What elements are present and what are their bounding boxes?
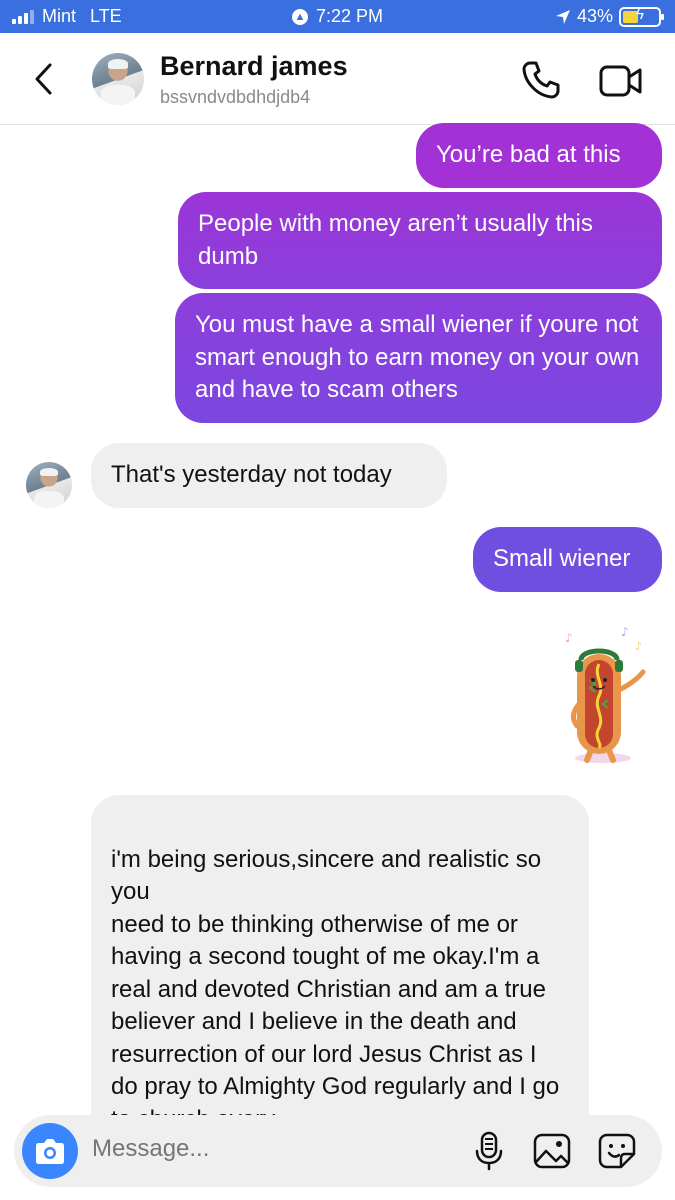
message-text: You’re bad at this <box>436 141 621 168</box>
message-outgoing[interactable]: You must have a small wiener if youre no… <box>175 293 662 423</box>
contact-username[interactable]: bssvndvdbdhdjdb4 <box>160 87 310 108</box>
message-text: You must have a small wiener if youre no… <box>195 311 640 403</box>
avatar[interactable] <box>92 53 144 105</box>
battery-percent: 43% <box>576 6 613 26</box>
chat-header: Bernard james bssvndvdbdhdjdb4 <box>0 33 675 125</box>
status-right: 43% ϟ <box>555 5 664 27</box>
message-input[interactable] <box>92 1135 452 1163</box>
svg-text:♪: ♪ <box>635 640 642 653</box>
camera-icon <box>36 1139 64 1164</box>
message-outgoing[interactable]: You’re bad at this <box>416 123 662 188</box>
navigation-icon: ▲ <box>291 8 308 25</box>
message-incoming[interactable]: That's yesterday not today <box>91 443 447 508</box>
camera-button[interactable] <box>22 1123 78 1179</box>
message-outgoing[interactable]: Small wiener <box>473 527 662 592</box>
message-text: i'm being serious,sincere and realistic … <box>111 845 560 1126</box>
video-camera-icon[interactable] <box>598 61 644 101</box>
status-time: 7:22 PM <box>315 6 384 26</box>
message-outgoing[interactable]: People with money aren’t usually this du… <box>178 192 662 289</box>
avatar[interactable] <box>26 462 72 508</box>
contact-name[interactable]: Bernard james <box>160 51 348 82</box>
message-text: Small wiener <box>493 545 631 572</box>
message-composer <box>14 1115 662 1187</box>
phone-icon[interactable] <box>520 59 562 101</box>
svg-text:♪: ♪ <box>565 631 573 645</box>
message-text: That's yesterday not today <box>111 461 392 488</box>
chevron-left-icon[interactable] <box>30 61 60 97</box>
battery-icon: ϟ <box>619 5 664 27</box>
message-incoming[interactable]: i'm being serious,sincere and realistic … <box>91 795 589 1125</box>
message-text: People with money aren’t usually this du… <box>198 210 593 270</box>
charging-bolt-icon: ϟ <box>636 5 644 23</box>
sticker-icon[interactable] <box>597 1132 637 1170</box>
location-arrow-icon <box>555 9 570 24</box>
dancing-hotdog-sticker[interactable]: ♪ ♪ ♪ <box>555 620 655 770</box>
microphone-icon[interactable] <box>474 1131 504 1171</box>
status-bar: Mint LTE ▲ 7:22 PM 43% ϟ <box>0 0 675 33</box>
image-icon[interactable] <box>532 1132 572 1170</box>
svg-text:♪: ♪ <box>621 625 629 639</box>
